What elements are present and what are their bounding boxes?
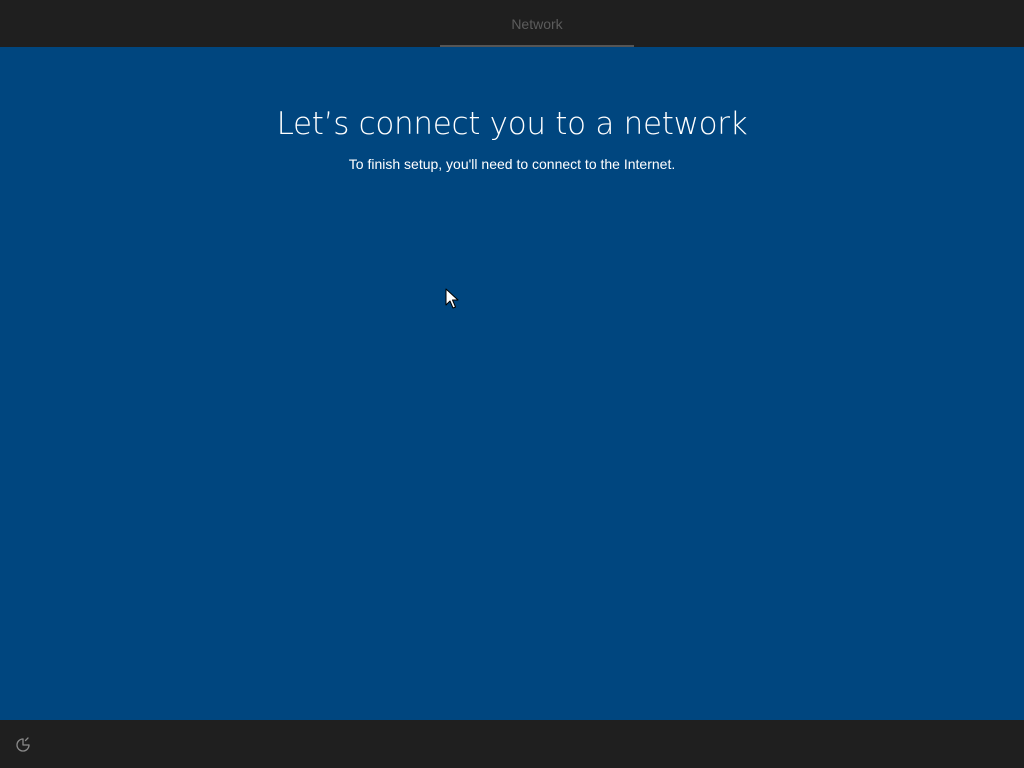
page-subtitle: To finish setup, you'll need to connect … — [348, 156, 676, 172]
page-title: Let’s connect you to a network — [276, 106, 748, 142]
step-tab-network: Network — [440, 0, 634, 47]
setup-progress-bar: Network — [0, 0, 1024, 47]
oobe-screen: Network Let’s connect you to a network T… — [0, 0, 1024, 768]
setup-content: Let’s connect you to a network To finish… — [0, 47, 1024, 720]
mouse-pointer-icon — [445, 288, 459, 309]
bottom-bar — [0, 720, 1024, 768]
step-label: Network — [511, 16, 563, 32]
ease-of-access-button[interactable] — [10, 732, 36, 758]
ease-of-access-icon — [16, 737, 30, 752]
